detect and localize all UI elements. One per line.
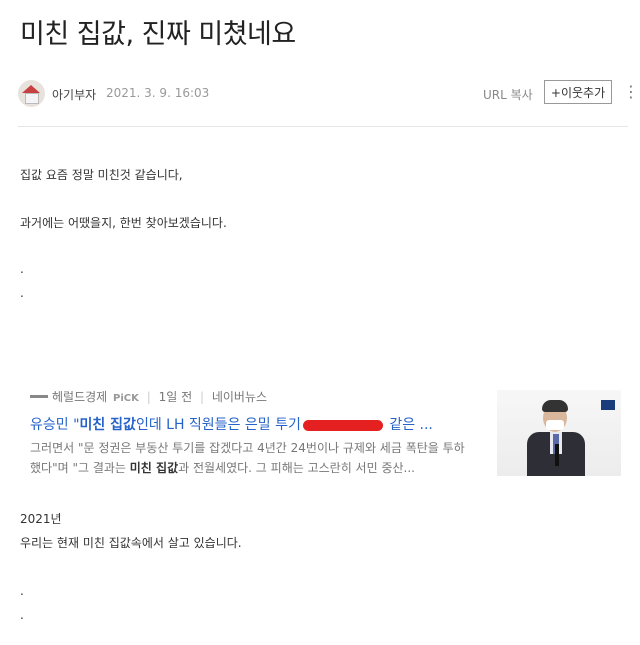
body-dot: . bbox=[20, 262, 24, 276]
news-thumbnail[interactable] bbox=[497, 390, 621, 476]
body-dot: . bbox=[20, 286, 24, 300]
house-icon bbox=[22, 85, 40, 93]
redaction-mark bbox=[302, 419, 383, 431]
press-name[interactable]: 헤럴드경제 bbox=[52, 390, 107, 404]
news-time: 1일 전 bbox=[158, 390, 193, 404]
news-link-card[interactable]: 헤럴드경제 PiCK | 1일 전 | 네이버뉴스 유승민 "미친 집값인데 L… bbox=[0, 382, 640, 482]
body-year: 2021년 bbox=[20, 512, 62, 526]
body-line: 집값 요즘 정말 미친것 같습니다, bbox=[20, 168, 183, 182]
post-meta: 아기부자 2021. 3. 9. 16:03 URL 복사 +이웃추가 ⋮ bbox=[18, 80, 639, 108]
body-line: 과거에는 어땠을지, 한번 찾아보겠습니다. bbox=[20, 216, 227, 230]
author-name[interactable]: 아기부자 bbox=[52, 86, 96, 103]
news-headline[interactable]: 유승민 "미친 집값인데 LH 직원들은 은밀 투기 같은 ... bbox=[30, 414, 433, 434]
divider bbox=[18, 126, 628, 127]
body-dot: . bbox=[20, 584, 24, 598]
post-date: 2021. 3. 9. 16:03 bbox=[106, 86, 210, 100]
url-copy-button[interactable]: URL 복사 bbox=[483, 86, 533, 103]
add-neighbor-button[interactable]: +이웃추가 bbox=[544, 80, 612, 104]
pick-badge: PiCK bbox=[113, 393, 139, 404]
news-meta: 헤럴드경제 PiCK | 1일 전 | 네이버뉴스 bbox=[52, 390, 268, 404]
press-logo-icon bbox=[30, 395, 48, 398]
post-title: 미친 집값, 진짜 미쳤네요 bbox=[20, 19, 296, 50]
more-options-icon[interactable]: ⋮ bbox=[623, 82, 639, 102]
avatar[interactable] bbox=[18, 80, 45, 107]
body-line: 우리는 현재 미친 집값속에서 살고 있습니다. bbox=[20, 536, 242, 550]
body-dot: . bbox=[20, 608, 24, 622]
news-summary: 그러면서 "문 정권은 부동산 투기를 잡겠다고 4년간 24번이나 규제와 세… bbox=[30, 441, 465, 475]
news-source: 네이버뉴스 bbox=[211, 390, 268, 404]
